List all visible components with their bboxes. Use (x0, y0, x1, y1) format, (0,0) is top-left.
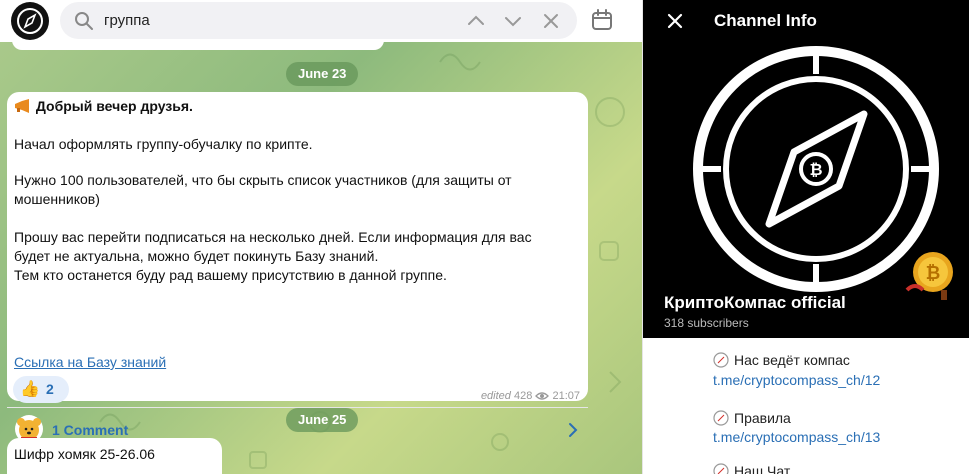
comments-label: 1 Comment (52, 422, 129, 438)
close-icon[interactable] (540, 10, 562, 32)
message-meta: edited 428 21:07 (481, 390, 580, 402)
message-bubble[interactable]: Добрый вечер друзья. Начал оформлять гру… (7, 92, 588, 443)
message-text-line: Тем кто останется буду рад вашему присут… (14, 267, 447, 283)
close-icon[interactable] (665, 11, 685, 31)
date-separator: June 25 (286, 408, 359, 432)
message-greeting: Добрый вечер друзья. (14, 98, 193, 114)
message-time: 21:07 (552, 390, 580, 403)
compass-icon (17, 8, 43, 34)
list-item: Наш Чат (713, 463, 790, 474)
thumbs-up-icon: 👍 (20, 381, 40, 398)
message-text-line: Шифр хомяк 25-26.06 (14, 446, 155, 462)
chat-search-bar: группа (0, 0, 642, 42)
megaphone-icon (15, 99, 29, 113)
edited-label: edited (480, 390, 511, 403)
eye-icon (535, 392, 550, 400)
view-count: 428 (513, 390, 533, 403)
list-item: Правила (713, 410, 791, 426)
svg-text:₿: ₿ (926, 263, 941, 284)
message-text-line: Начал оформлять группу-обучалку по крипт… (14, 136, 313, 152)
knowledge-base-link[interactable]: Ссылка на Базу знаний (14, 354, 166, 370)
subscriber-count: 318 subscribers (664, 316, 749, 330)
chevron-down-icon[interactable] (502, 10, 524, 32)
chat-history[interactable]: June 23 Добрый вечер друзья. Начал оформ… (0, 42, 642, 474)
panel-title: Channel Info (714, 11, 817, 30)
list-item: Нас ведёт компас (713, 352, 850, 368)
bitcoin-mascot-icon: ₿ (905, 252, 953, 300)
calendar-icon[interactable] (590, 8, 614, 32)
pinned-link[interactable]: t.me/cryptocompass_ch/12 (713, 372, 880, 388)
chevron-up-icon[interactable] (465, 10, 487, 32)
compass-emoji-icon (713, 463, 729, 474)
reaction-count: 2 (46, 381, 54, 397)
channel-name: КриптоКомпас official (664, 293, 846, 312)
svg-text:₿: ₿ (809, 160, 822, 179)
message-text-line: будет не актуальна, можно будет покинуть… (14, 248, 379, 264)
pinned-link[interactable]: t.me/cryptocompass_ch/13 (713, 429, 880, 445)
reaction-thumbs-up[interactable]: 👍 2 (13, 376, 69, 403)
previous-message (12, 42, 384, 50)
compass-emoji-icon (713, 352, 729, 368)
message-text-line: мошенников) (14, 191, 100, 207)
channel-info-header: Channel Info ₿ ₿ КриптоКомпас official 3… (643, 0, 969, 338)
search-field[interactable]: группа (60, 2, 577, 39)
message-text-line: Прошу вас перейти подписаться на несколь… (14, 229, 532, 245)
chevron-right-icon (569, 423, 578, 437)
compass-emoji-icon (713, 410, 729, 426)
message-text-line: Нужно 100 пользователей, что бы скрыть с… (14, 172, 512, 188)
search-input[interactable]: группа (104, 12, 150, 29)
channel-avatar[interactable] (11, 2, 49, 40)
date-separator: June 23 (286, 62, 359, 86)
message-bubble[interactable]: Шифр хомяк 25-26.06 (7, 438, 222, 474)
channel-info-panel: Channel Info ₿ ₿ КриптоКомпас official 3… (642, 0, 969, 474)
search-icon (75, 12, 93, 30)
